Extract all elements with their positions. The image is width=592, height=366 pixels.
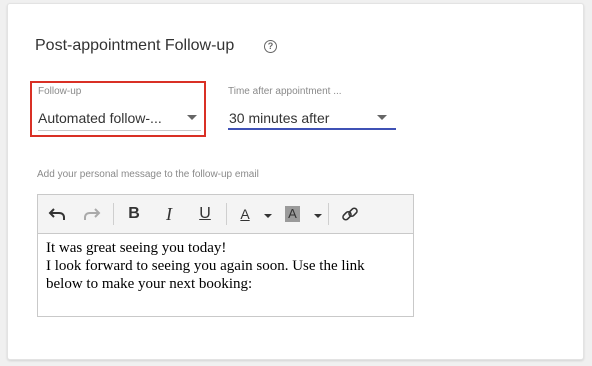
editor-toolbar: B I U A A [38, 195, 413, 234]
rich-text-editor: B I U A A It was great seeing you today!… [37, 194, 414, 317]
chevron-down-icon[interactable] [314, 214, 322, 218]
follow-up-card: Post-appointment Follow-up ? Follow-up A… [7, 3, 584, 360]
chevron-down-icon[interactable] [187, 115, 197, 120]
font-color-button[interactable]: A [235, 204, 255, 224]
time-after-value[interactable]: 30 minutes after [229, 110, 329, 126]
time-after-label: Time after appointment ... [228, 86, 342, 97]
bold-button[interactable]: B [124, 204, 144, 224]
underline-button[interactable]: U [195, 204, 215, 224]
follow-up-label: Follow-up [38, 86, 82, 97]
section-title: Post-appointment Follow-up [35, 37, 235, 54]
message-line: It was great seeing you today! [46, 240, 227, 256]
toolbar-separator [226, 203, 227, 225]
toolbar-separator [113, 203, 114, 225]
link-icon[interactable] [340, 204, 360, 224]
message-line: below to make your next booking: [46, 276, 253, 292]
time-after-underline [228, 128, 396, 130]
undo-icon[interactable] [48, 204, 68, 224]
chevron-down-icon[interactable] [264, 214, 272, 218]
question-circle-icon[interactable]: ? [264, 40, 277, 53]
follow-up-value[interactable]: Automated follow-... [38, 110, 162, 126]
chevron-down-icon[interactable] [377, 115, 387, 120]
message-label: Add your personal message to the follow-… [37, 169, 259, 180]
editor-content[interactable]: It was great seeing you today! I look fo… [46, 239, 406, 293]
message-line: I look forward to seeing you again soon.… [46, 258, 365, 274]
highlight-color-button[interactable]: A [285, 206, 300, 222]
toolbar-separator [328, 203, 329, 225]
follow-up-underline [38, 130, 201, 131]
redo-icon[interactable] [81, 204, 101, 224]
italic-button[interactable]: I [159, 204, 179, 224]
